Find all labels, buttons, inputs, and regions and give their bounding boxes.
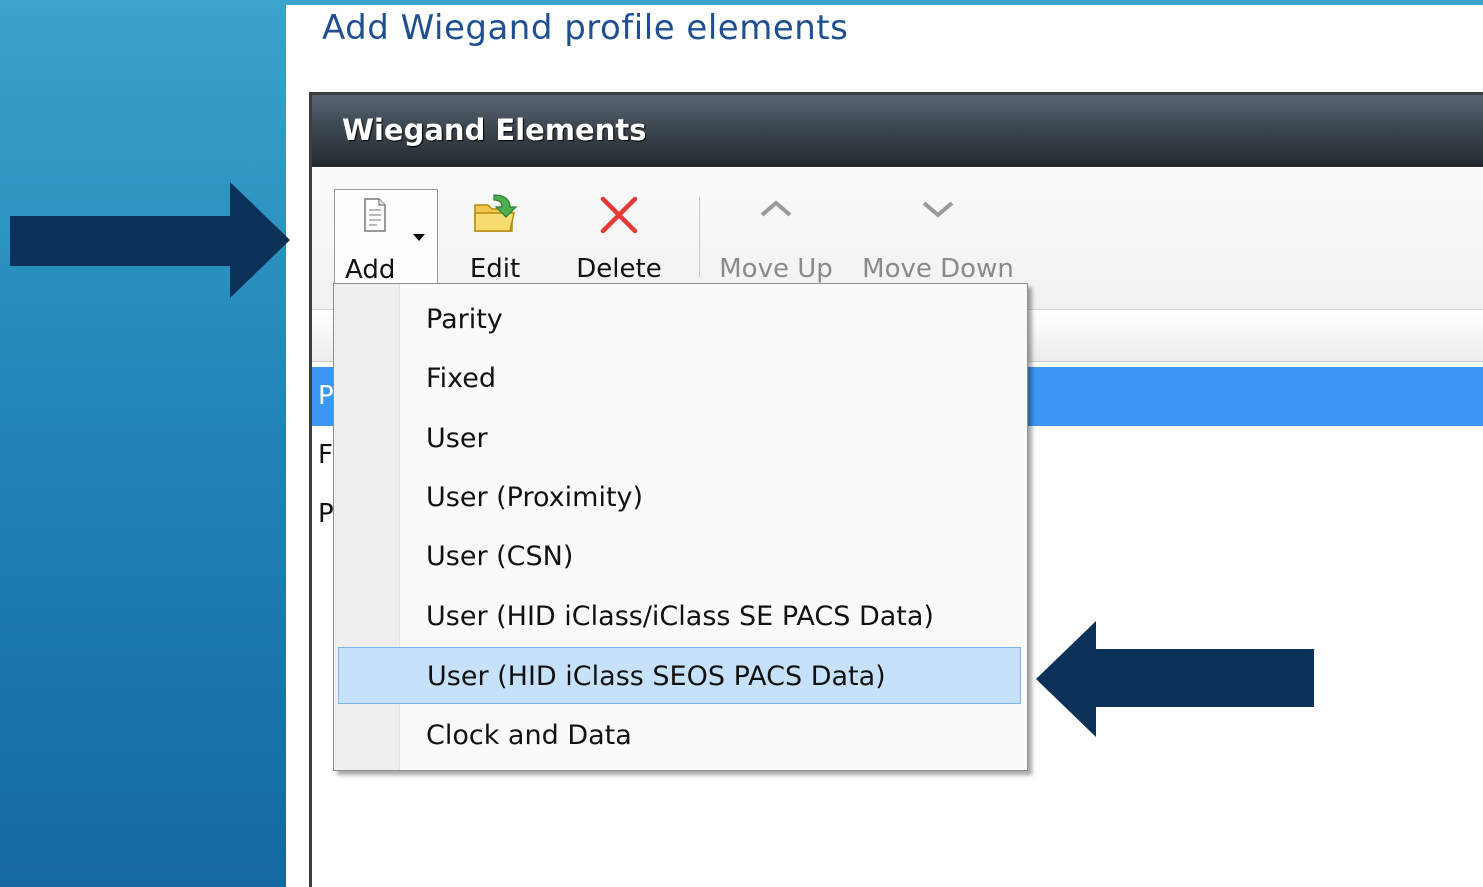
row-text: P bbox=[318, 381, 334, 411]
row-text: F bbox=[318, 440, 333, 470]
edit-button[interactable]: Edit bbox=[460, 189, 530, 284]
move-down-button[interactable]: Move Down bbox=[858, 189, 1018, 284]
menu-item-user-proximity[interactable]: User (Proximity) bbox=[338, 469, 1021, 526]
decorative-side-band bbox=[0, 0, 286, 887]
page-title: Add Wiegand profile elements bbox=[322, 8, 849, 48]
decorative-top-strip bbox=[286, 0, 1483, 5]
callout-arrow-right-icon bbox=[10, 182, 290, 298]
chevron-down-icon[interactable] bbox=[413, 234, 425, 241]
menu-item-user-hid-iclass-seos[interactable]: User (HID iClass SEOS PACS Data) bbox=[338, 647, 1021, 704]
panel-header: Wiegand Elements bbox=[312, 95, 1483, 167]
add-dropdown-menu: Parity Fixed User User (Proximity) User … bbox=[333, 283, 1028, 771]
panel-title: Wiegand Elements bbox=[342, 113, 647, 147]
row-text: P bbox=[318, 499, 334, 529]
add-button[interactable]: Add bbox=[334, 189, 438, 286]
red-x-icon bbox=[600, 196, 638, 234]
new-document-icon bbox=[364, 198, 386, 232]
delete-button[interactable]: Delete bbox=[574, 189, 664, 284]
menu-item-parity[interactable]: Parity bbox=[338, 291, 1021, 348]
menu-item-fixed[interactable]: Fixed bbox=[338, 350, 1021, 407]
chevron-up-icon bbox=[760, 200, 792, 217]
menu-item-clock-and-data[interactable]: Clock and Data bbox=[338, 707, 1021, 764]
menu-item-user[interactable]: User bbox=[338, 410, 1021, 467]
toolbar-separator bbox=[699, 197, 700, 277]
chevron-down-icon bbox=[922, 201, 954, 218]
edit-button-label: Edit bbox=[469, 254, 521, 284]
move-up-button-label: Move Up bbox=[719, 254, 833, 284]
move-down-button-label: Move Down bbox=[862, 254, 1014, 284]
callout-arrow-left-icon bbox=[1036, 621, 1314, 737]
delete-button-label: Delete bbox=[576, 254, 662, 284]
folder-edit-icon bbox=[474, 194, 518, 232]
menu-item-user-csn[interactable]: User (CSN) bbox=[338, 528, 1021, 585]
add-button-label: Add bbox=[345, 255, 396, 285]
move-up-button[interactable]: Move Up bbox=[716, 189, 836, 284]
menu-item-user-hid-iclass-se[interactable]: User (HID iClass/iClass SE PACS Data) bbox=[338, 588, 1021, 645]
